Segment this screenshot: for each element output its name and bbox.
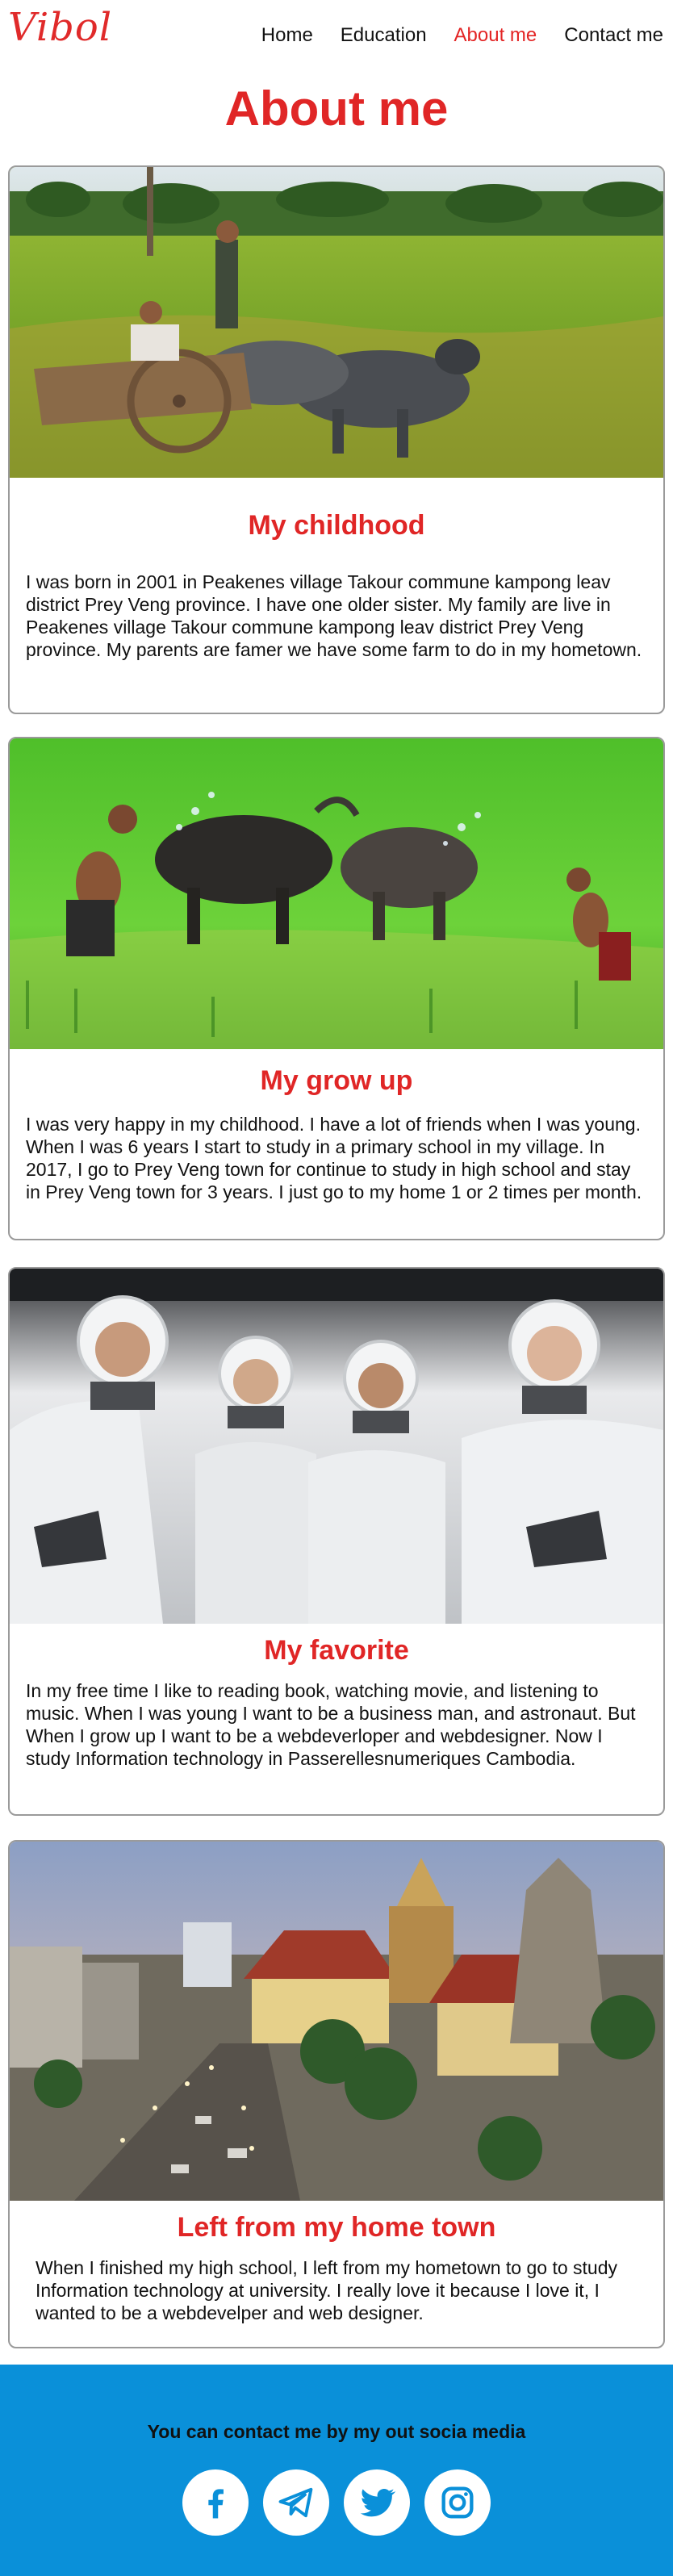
card-text: When I finished my high school, I left f… bbox=[36, 2257, 617, 2323]
page-title: About me bbox=[224, 82, 449, 136]
card-childhood: My childhood I was born in 2001 in Peake… bbox=[8, 165, 665, 714]
facebook-icon bbox=[208, 2489, 224, 2519]
instagram-icon bbox=[441, 2486, 474, 2519]
card-text: I was very happy in my childhood. I have… bbox=[26, 1114, 642, 1202]
logo[interactable]: Vibol bbox=[8, 5, 112, 50]
twitter-icon bbox=[360, 2488, 396, 2517]
card-home-town: Left from my home town When I finished m… bbox=[8, 1840, 665, 2348]
navbar: Vibol Home Education About me Contact me bbox=[0, 0, 673, 74]
card-favorite: My favorite In my free time I like to re… bbox=[8, 1267, 665, 1816]
card-text: I was born in 2001 in Peakenes village T… bbox=[26, 571, 642, 660]
childhood-photo bbox=[10, 167, 663, 478]
nav-about-me[interactable]: About me bbox=[454, 24, 537, 47]
facebook-link[interactable] bbox=[182, 2469, 249, 2536]
card-title: My favorite bbox=[264, 1635, 409, 1666]
footer: You can contact me by my out socia media bbox=[0, 2365, 673, 2576]
card-title: My grow up bbox=[260, 1065, 413, 1096]
social-links bbox=[0, 2469, 673, 2536]
instagram-link[interactable] bbox=[424, 2469, 491, 2536]
twitter-link[interactable] bbox=[344, 2469, 410, 2536]
footer-text: You can contact me by my out socia media bbox=[147, 2421, 526, 2442]
card-grow-up: My grow up I was very happy in my childh… bbox=[8, 737, 665, 1240]
nav-education[interactable]: Education bbox=[341, 24, 427, 47]
nav-contact-me[interactable]: Contact me bbox=[564, 24, 663, 47]
card-title: My childhood bbox=[248, 510, 425, 541]
favorite-photo bbox=[10, 1269, 663, 1624]
card-title: Left from my home town bbox=[177, 2212, 496, 2243]
telegram-icon bbox=[278, 2487, 313, 2518]
city-photo bbox=[10, 1842, 663, 2201]
grow-up-photo bbox=[10, 738, 663, 1049]
nav-links: Home Education About me Contact me bbox=[234, 24, 663, 47]
telegram-link[interactable] bbox=[263, 2469, 329, 2536]
card-text: In my free time I like to reading book, … bbox=[26, 1680, 636, 1769]
nav-home[interactable]: Home bbox=[261, 24, 313, 47]
